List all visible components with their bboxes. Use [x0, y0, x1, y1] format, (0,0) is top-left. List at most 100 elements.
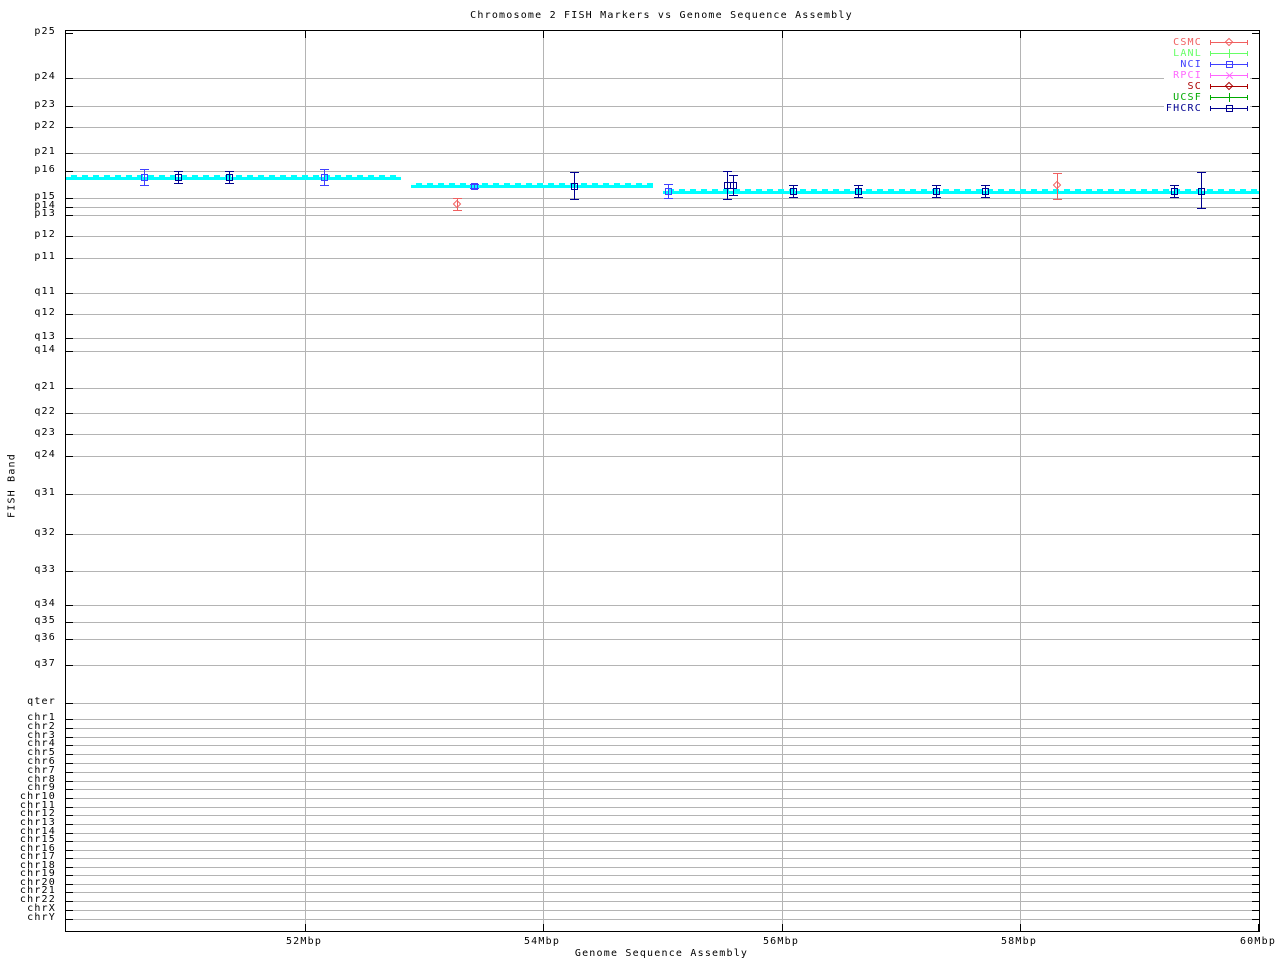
legend-marker-diamond	[1224, 37, 1234, 47]
y-tick	[1252, 106, 1259, 107]
legend-label: SC	[1187, 81, 1202, 92]
y-tick	[66, 772, 73, 773]
y-tick	[66, 388, 73, 389]
fish-band-segment	[663, 189, 1259, 194]
legend-sample	[1210, 37, 1248, 47]
y-gridline	[66, 215, 1259, 216]
y-tick	[1252, 815, 1259, 816]
y-tick-label: q11	[34, 286, 56, 297]
legend-cap	[1247, 106, 1248, 111]
fhcrc-marker-square	[855, 188, 862, 195]
x-tick	[1020, 31, 1021, 38]
legend-cap	[1210, 51, 1211, 56]
y-tick	[66, 153, 73, 154]
y-tick	[1252, 494, 1259, 495]
y-tick	[1252, 639, 1259, 640]
y-tick	[1252, 798, 1259, 799]
y-gridline	[66, 875, 1259, 876]
legend-marker-plus	[1225, 93, 1234, 102]
y-tick-label: q33	[34, 564, 56, 575]
y-tick	[66, 78, 73, 79]
legend-label: UCSF	[1173, 92, 1202, 103]
legend-cap	[1247, 51, 1248, 56]
legend-sample	[1210, 104, 1248, 113]
y-gridline	[66, 728, 1259, 729]
legend-cap	[1247, 73, 1248, 78]
legend-item: LANL	[1166, 48, 1248, 59]
y-gridline	[66, 338, 1259, 339]
y-tick	[66, 703, 73, 704]
y-gridline	[66, 314, 1259, 315]
fhcrc-errorbar-cap	[789, 185, 798, 186]
y-tick	[66, 494, 73, 495]
y-gridline	[66, 388, 1259, 389]
y-gridline	[66, 622, 1259, 623]
legend-cap	[1210, 95, 1211, 100]
y-tick	[1252, 703, 1259, 704]
fhcrc-errorbar-cap	[174, 171, 183, 172]
y-tick	[1252, 833, 1259, 834]
fhcrc-marker-square	[571, 183, 578, 190]
x-gridline	[1020, 31, 1021, 931]
legend-marker-plus-h	[1225, 53, 1234, 54]
y-tick-label: q34	[34, 598, 56, 609]
y-tick	[1252, 875, 1259, 876]
legend-label: FHCRC	[1165, 103, 1202, 114]
y-tick	[1252, 413, 1259, 414]
y-tick	[66, 33, 73, 34]
legend-label: LANL	[1173, 48, 1202, 59]
y-tick	[1252, 841, 1259, 842]
fhcrc-errorbar-cap	[981, 197, 990, 198]
nci-errorbar-cap	[140, 169, 149, 170]
y-tick	[1252, 534, 1259, 535]
legend-label: RPCI	[1173, 70, 1202, 81]
legend-marker-square	[1226, 105, 1233, 112]
fhcrc-errorbar-cap	[729, 195, 738, 196]
legend-item: SC	[1166, 81, 1248, 92]
chart-canvas: Chromosome 2 FISH Markers vs Genome Sequ…	[0, 0, 1280, 960]
y-tick	[66, 892, 73, 893]
y-gridline	[66, 833, 1259, 834]
plot-area	[65, 30, 1260, 932]
y-gridline	[66, 745, 1259, 746]
x-tick	[543, 924, 544, 931]
y-tick-label: p12	[34, 229, 56, 240]
y-tick-label: q32	[34, 527, 56, 538]
nci-marker-square	[321, 174, 328, 181]
y-gridline	[66, 884, 1259, 885]
y-tick	[66, 737, 73, 738]
y-tick	[66, 910, 73, 911]
legend-sample	[1210, 81, 1248, 91]
y-tick	[66, 858, 73, 859]
y-tick-label: q13	[34, 331, 56, 342]
y-tick	[1252, 571, 1259, 572]
y-gridline	[66, 867, 1259, 868]
y-tick-label: q31	[34, 487, 56, 498]
y-tick	[66, 665, 73, 666]
fhcrc-errorbar-cap	[1170, 185, 1179, 186]
y-gridline	[66, 901, 1259, 902]
y-tick	[66, 728, 73, 729]
y-tick	[66, 106, 73, 107]
legend-cap	[1210, 73, 1211, 78]
y-gridline	[66, 807, 1259, 808]
y-gridline	[66, 605, 1259, 606]
y-tick	[1252, 737, 1259, 738]
y-tick	[1252, 789, 1259, 790]
y-tick	[66, 534, 73, 535]
y-tick	[66, 198, 73, 199]
x-tick-label: 58Mbp	[1000, 936, 1038, 947]
y-tick	[66, 798, 73, 799]
x-tick	[305, 31, 306, 38]
y-tick	[1252, 207, 1259, 208]
csmc-errorbar-cap	[453, 210, 462, 211]
y-gridline	[66, 858, 1259, 859]
chart-title: Chromosome 2 FISH Markers vs Genome Sequ…	[470, 10, 853, 21]
fhcrc-errorbar-cap	[729, 175, 738, 176]
y-tick-label: p23	[34, 99, 56, 110]
y-tick	[66, 824, 73, 825]
y-tick	[66, 815, 73, 816]
legend-label: CSMC	[1173, 37, 1202, 48]
legend-item: NCI	[1166, 59, 1248, 70]
x-tick	[543, 31, 544, 38]
